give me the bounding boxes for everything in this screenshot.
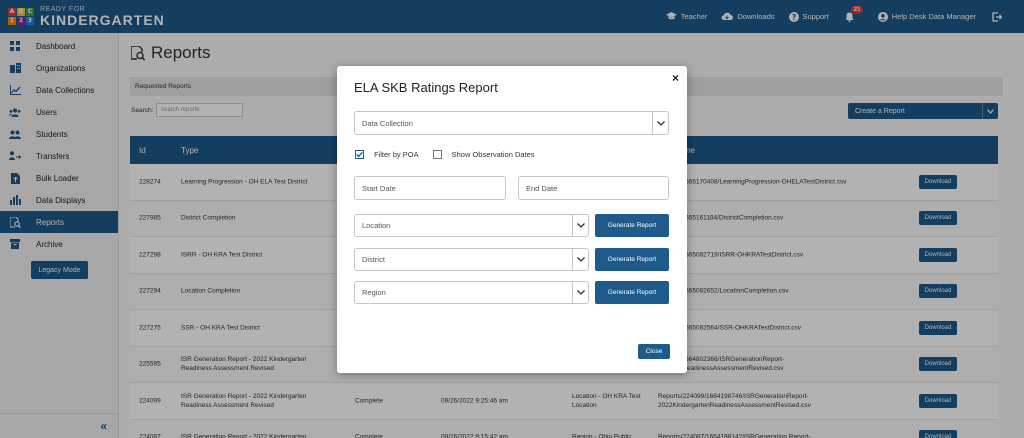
close-button[interactable]: Close [638,344,670,359]
chevron-down-icon [572,282,588,303]
data-collection-value: Data Collection [362,118,413,128]
filter-options: Filter by POA Show Observation Dates [355,150,535,159]
location-select[interactable]: Location [354,214,589,237]
start-date-placeholder: Start Date [362,183,396,193]
chevron-down-icon [572,215,588,236]
modal-title: ELA SKB Ratings Report [354,80,498,95]
end-date-placeholder: End Date [526,183,558,193]
show-observation-dates-label: Show Observation Dates [451,150,535,159]
region-value: Region [362,288,386,297]
ela-skb-report-modal: ELA SKB Ratings Report × Data Collection… [337,66,687,373]
district-select[interactable]: District [354,248,589,271]
end-date-input[interactable]: End Date [518,176,669,200]
chevron-down-icon [572,249,588,270]
region-select[interactable]: Region [354,281,589,304]
close-icon[interactable]: × [672,71,679,85]
filter-poa-label: Filter by POA [374,150,419,159]
start-date-input[interactable]: Start Date [354,176,506,200]
data-collection-select[interactable]: Data Collection [354,111,669,135]
generate-region-report-button[interactable]: Generate Report [595,281,669,304]
generate-district-report-button[interactable]: Generate Report [595,248,669,271]
generate-location-report-button[interactable]: Generate Report [595,214,669,237]
district-value: District [362,255,385,264]
chevron-down-icon [652,112,668,134]
show-observation-dates-checkbox[interactable] [432,150,442,159]
location-value: Location [362,221,391,230]
filter-poa-checkbox[interactable] [355,150,364,159]
checkmark-icon [356,151,363,158]
